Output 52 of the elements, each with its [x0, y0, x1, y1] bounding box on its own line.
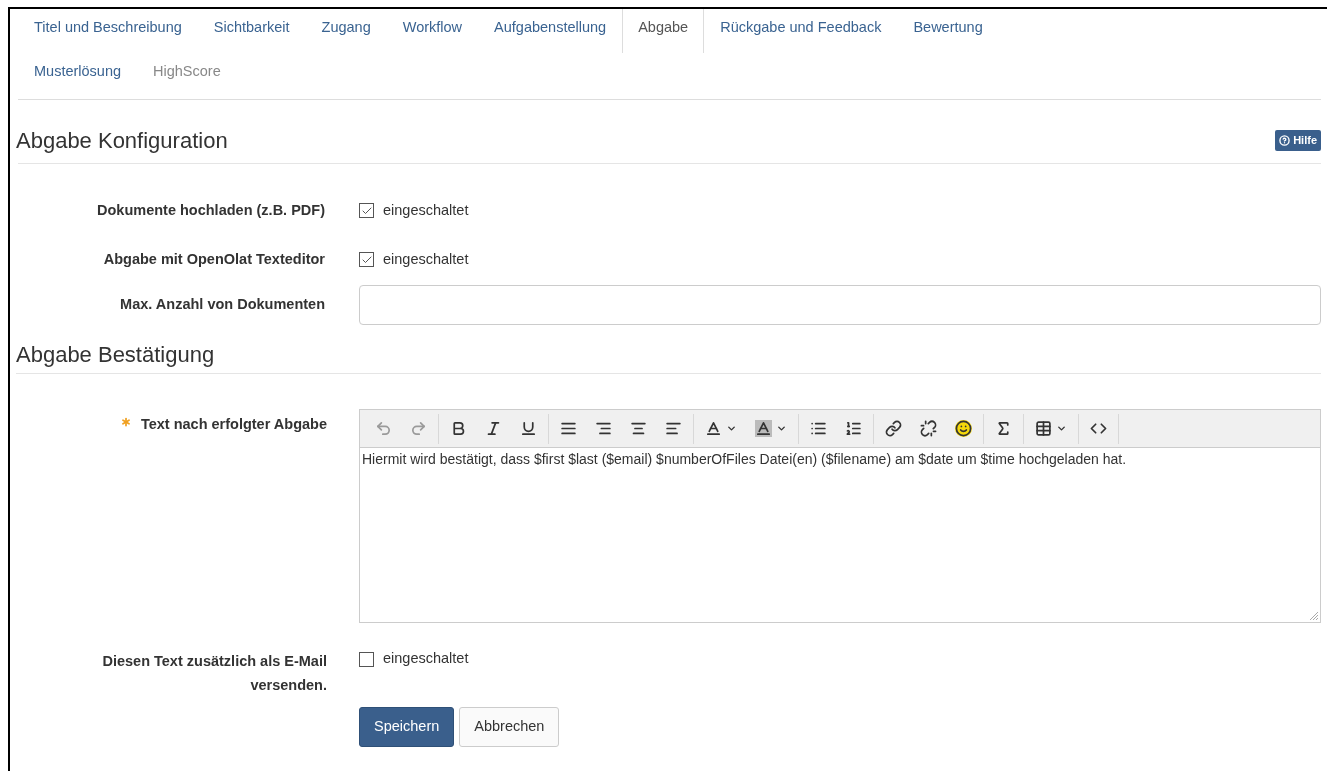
input-field[interactable] — [359, 285, 1321, 325]
tab[interactable]: Abgabe — [622, 9, 705, 53]
resize-handle-icon — [1310, 612, 1318, 620]
caret-icon — [1056, 423, 1067, 434]
underline-icon — [520, 420, 537, 437]
bold-icon — [450, 420, 467, 437]
text-color-icon — [705, 420, 722, 437]
link-icon — [885, 420, 902, 437]
align-justify-icon — [560, 420, 577, 437]
checkbox[interactable] — [359, 252, 374, 267]
code-icon — [1090, 420, 1107, 437]
sigma-icon — [995, 420, 1012, 437]
caret-icon — [726, 423, 737, 434]
tab[interactable]: Bewertung — [897, 9, 999, 53]
tab[interactable]: Zugang — [305, 9, 387, 53]
italic-icon — [485, 420, 502, 437]
tab[interactable]: Workflow — [386, 9, 479, 53]
checkbox[interactable] — [359, 651, 374, 667]
field-label: Text nach erfolgter Abgabe — [140, 415, 327, 434]
align-right-icon — [595, 420, 612, 437]
editor-content[interactable]: Hiermit wird bestätigt, dass $first $last ($email) $numberOfFiles Datei(en) ($filename) am $date um $time hochgeladen hat. — [360, 448, 1320, 622]
checkbox[interactable] — [359, 203, 374, 218]
undo-icon — [375, 420, 392, 437]
section-heading: Abgabe Konfiguration — [16, 127, 228, 155]
smiley-icon — [955, 420, 972, 437]
unlink-icon — [920, 420, 937, 437]
tab[interactable]: Musterlösung — [18, 53, 138, 97]
save-button[interactable]: Speichern — [359, 707, 455, 747]
table-icon — [1035, 420, 1052, 437]
bullet-list-icon — [810, 420, 827, 437]
help-icon — [1279, 135, 1291, 146]
background-color-icon — [755, 420, 772, 437]
tab[interactable]: Titel und Beschreibung — [18, 9, 198, 53]
field-label: Abgabe mit OpenOlat Texteditor — [102, 249, 326, 269]
editor-text: Hiermit wird bestätigt, dass $first $last ($email) $numberOfFiles Datei(en) ($filename) am $date um $time hochgeladen hat. — [362, 451, 1127, 467]
numbered-list-icon — [845, 420, 862, 437]
tab[interactable]: Aufgabenstellung — [478, 9, 623, 53]
align-center-icon — [630, 420, 647, 437]
field-label: Dokumente hochladen (z.B. PDF) — [96, 200, 326, 220]
tab[interactable]: Sichtbarkeit — [197, 9, 306, 53]
checkbox-label: eingeschaltet — [383, 649, 469, 669]
cancel-button[interactable]: Abbrechen — [459, 707, 560, 747]
field-label: Diesen Text zusätzlich als E-Mail versenden. — [101, 652, 327, 695]
tab[interactable]: Rückgabe und Feedback — [704, 9, 898, 53]
section-heading: Abgabe Bestätigung — [16, 330, 1321, 374]
caret-icon — [776, 423, 787, 434]
checkbox-label: eingeschaltet — [383, 200, 469, 220]
align-left-icon — [665, 420, 682, 437]
redo-icon — [410, 420, 427, 437]
field-label: Max. Anzahl von Dokumenten — [119, 295, 326, 315]
checkbox-label: eingeschaltet — [383, 249, 469, 269]
help-button[interactable]: Hilfe — [1275, 130, 1321, 151]
